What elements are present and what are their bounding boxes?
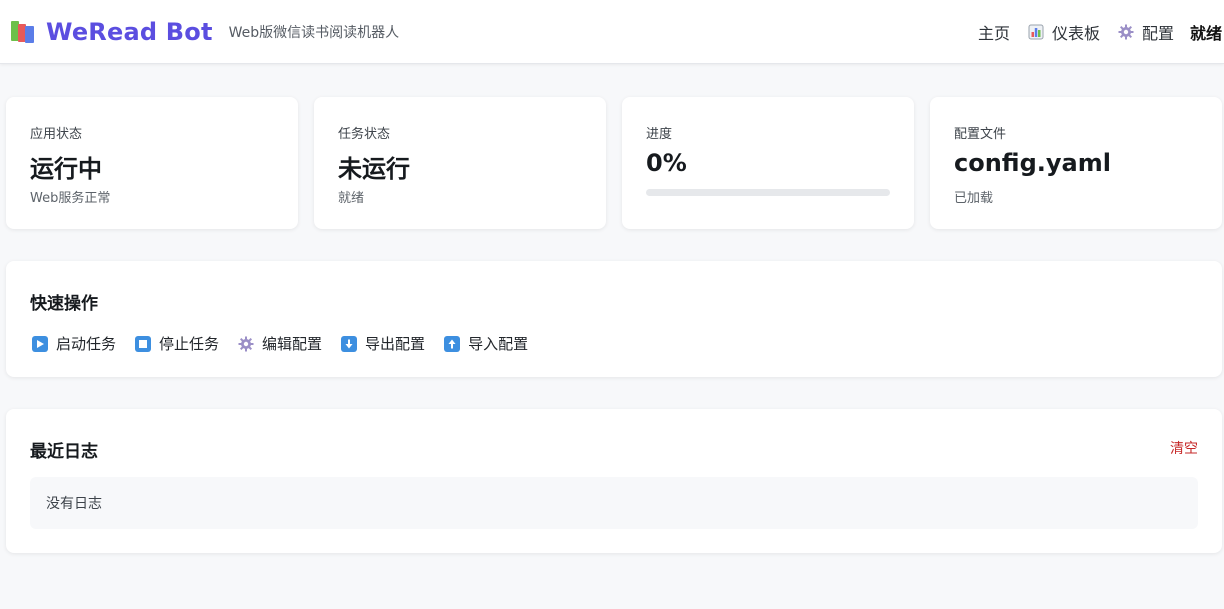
brand[interactable]: WeRead Bot Web版微信读书阅读机器人 (11, 18, 399, 46)
quick-actions-title: 快速操作 (30, 294, 98, 314)
export-config-label: 导出配置 (365, 335, 426, 353)
quick-actions-list: 启动任务 停止任务 编辑配置 导出配置 导入配置 (32, 333, 547, 354)
recent-logs-title: 最近日志 (30, 442, 98, 462)
stat-sub: 已加载 (954, 191, 994, 206)
stat-card-task-status: 任务状态 未运行 就绪 (314, 97, 606, 229)
play-icon (32, 335, 48, 352)
stat-card-progress: 进度 0% (622, 97, 914, 229)
recent-logs-panel: 最近日志 清空 没有日志 (6, 409, 1222, 553)
empty-log-message: 没有日志 (46, 496, 102, 512)
stat-label: 任务状态 (338, 127, 391, 142)
stat-value: 运行中 (30, 155, 102, 183)
stop-task-label: 停止任务 (159, 335, 220, 353)
stat-sub: 就绪 (338, 191, 365, 206)
import-config-label: 导入配置 (468, 335, 529, 353)
quick-actions-panel: 快速操作 启动任务 停止任务 编辑配置 导出配置 导入配置 (6, 261, 1222, 377)
stat-value: config.yaml (954, 149, 1111, 177)
nav-config[interactable]: 配置 (1117, 20, 1174, 44)
arrow-down-icon (341, 335, 358, 352)
arrow-up-icon (444, 335, 461, 352)
clear-logs-button[interactable]: 清空 (1170, 438, 1198, 458)
nav-home-label: 主页 (977, 24, 1010, 43)
stat-label: 应用状态 (30, 127, 83, 142)
gear-icon (238, 336, 254, 352)
stat-label: 配置文件 (954, 127, 1007, 142)
edit-config-button[interactable]: 编辑配置 (238, 333, 322, 354)
stat-sub: Web服务正常 (30, 191, 111, 206)
stop-icon (135, 335, 152, 352)
progress-percent: 0% (646, 149, 687, 177)
export-config-button[interactable]: 导出配置 (341, 333, 425, 354)
books-icon (11, 19, 35, 45)
edit-config-label: 编辑配置 (262, 335, 323, 353)
stat-label: 进度 (646, 127, 673, 142)
nav-home[interactable]: 主页 (978, 20, 1010, 44)
progress-bar (646, 189, 890, 196)
start-task-label: 启动任务 (56, 335, 117, 353)
nav-dashboard-label: 仪表板 (1051, 24, 1100, 43)
top-header: WeRead Bot Web版微信读书阅读机器人 主页 仪表板 配置 就绪 (0, 0, 1224, 64)
stop-task-button[interactable]: 停止任务 (135, 333, 219, 354)
main-nav: 主页 仪表板 配置 就绪 (978, 20, 1222, 44)
gear-icon (1117, 23, 1135, 41)
status-indicator: 就绪 (1189, 24, 1222, 43)
log-list: 没有日志 (30, 477, 1198, 529)
nav-config-label: 配置 (1141, 24, 1174, 43)
app-title: WeRead Bot (46, 18, 213, 46)
stat-value: 未运行 (338, 155, 410, 183)
import-config-button[interactable]: 导入配置 (444, 333, 528, 354)
stat-card-config-file: 配置文件 config.yaml 已加载 (930, 97, 1222, 229)
app-subtitle: Web版微信读书阅读机器人 (228, 25, 400, 41)
stat-card-app-status: 应用状态 运行中 Web服务正常 (6, 97, 298, 229)
start-task-button[interactable]: 启动任务 (32, 333, 116, 354)
bar-chart-icon (1027, 23, 1045, 41)
nav-dashboard[interactable]: 仪表板 (1027, 20, 1100, 44)
